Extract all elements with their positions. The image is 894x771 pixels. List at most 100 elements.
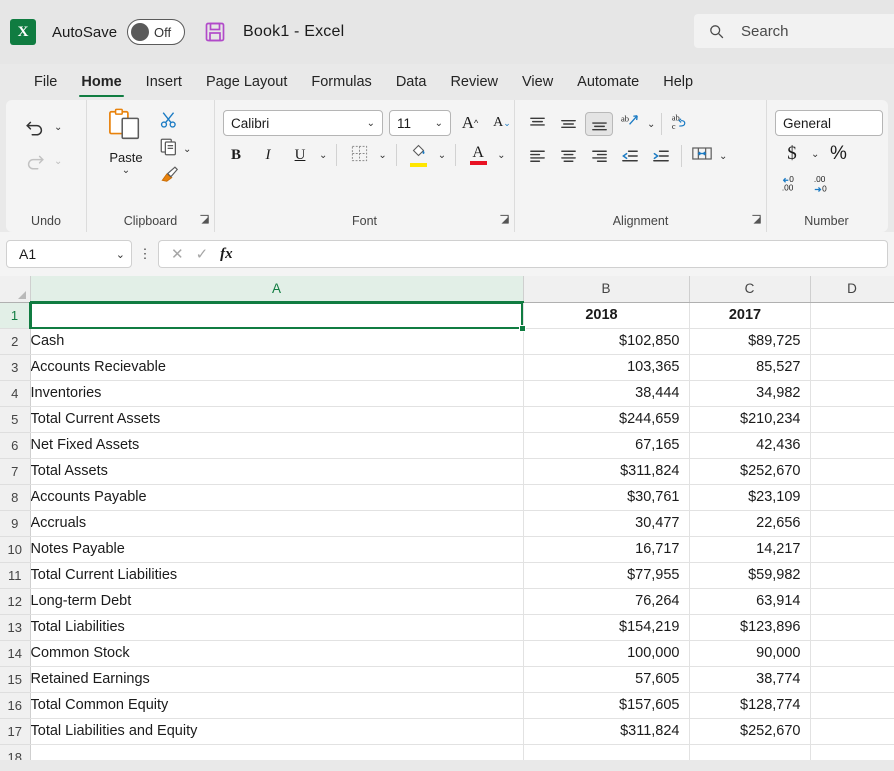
cell-b6[interactable]: 67,165: [523, 432, 690, 459]
cell-b17[interactable]: $311,824: [523, 718, 690, 745]
row-header[interactable]: 15: [0, 666, 31, 693]
row-header[interactable]: 1: [0, 302, 31, 329]
fill-handle[interactable]: [519, 325, 526, 332]
currency-format-button[interactable]: $: [779, 141, 805, 167]
row-header[interactable]: 4: [0, 380, 31, 407]
cell-b1[interactable]: 2018: [523, 302, 690, 329]
cell-d16[interactable]: [810, 692, 894, 719]
row-header[interactable]: 13: [0, 614, 31, 641]
cell-c12[interactable]: 63,914: [689, 588, 811, 615]
cell-a18[interactable]: [30, 744, 524, 760]
row-header[interactable]: 14: [0, 640, 31, 667]
row-header[interactable]: 16: [0, 692, 31, 719]
tab-view[interactable]: View: [510, 64, 565, 100]
cell-b14[interactable]: 100,000: [523, 640, 690, 667]
merge-and-center-button[interactable]: [688, 144, 716, 168]
row-header[interactable]: 12: [0, 588, 31, 615]
cell-a6[interactable]: Net Fixed Assets: [30, 432, 524, 459]
paste-button[interactable]: Paste ⌄: [95, 106, 157, 176]
cell-a14[interactable]: Common Stock: [30, 640, 524, 667]
increase-indent-button[interactable]: [647, 144, 675, 168]
cut-button[interactable]: [159, 110, 179, 135]
cell-a17[interactable]: Total Liabilities and Equity: [30, 718, 524, 745]
align-center-button[interactable]: [554, 144, 582, 168]
row-header[interactable]: 6: [0, 432, 31, 459]
tab-file[interactable]: File: [22, 64, 69, 100]
increase-decimal-button[interactable]: .00 0: [811, 172, 837, 198]
cell-c4[interactable]: 34,982: [689, 380, 811, 407]
cell-a15[interactable]: Retained Earnings: [30, 666, 524, 693]
cell-d6[interactable]: [810, 432, 894, 459]
copy-chevron-down-icon[interactable]: ⌄: [183, 144, 191, 155]
row-header[interactable]: 3: [0, 354, 31, 381]
formula-input[interactable]: [244, 240, 888, 268]
cell-c6[interactable]: 42,436: [689, 432, 811, 459]
underline-button[interactable]: U: [287, 142, 313, 168]
cell-b2[interactable]: $102,850: [523, 328, 690, 355]
font-dialog-launcher[interactable]: [499, 214, 510, 228]
orientation-button[interactable]: ab: [616, 112, 644, 136]
decrease-decimal-button[interactable]: 0 .00: [779, 172, 805, 198]
fx-insert-function-icon[interactable]: fx: [220, 246, 233, 263]
align-bottom-button[interactable]: [585, 112, 613, 136]
search-input[interactable]: Search: [694, 14, 894, 48]
cell-b9[interactable]: 30,477: [523, 510, 690, 537]
cell-a4[interactable]: Inventories: [30, 380, 524, 407]
bold-button[interactable]: B: [223, 142, 249, 168]
cell-d2[interactable]: [810, 328, 894, 355]
font-name-chevron-down-icon[interactable]: ⌄: [364, 118, 378, 129]
tab-page-layout[interactable]: Page Layout: [194, 64, 299, 100]
cell-a11[interactable]: Total Current Liabilities: [30, 562, 524, 589]
cell-c8[interactable]: $23,109: [689, 484, 811, 511]
cell-a16[interactable]: Total Common Equity: [30, 692, 524, 719]
wrap-text-button[interactable]: ab c: [668, 112, 696, 136]
align-left-button[interactable]: [523, 144, 551, 168]
cell-c2[interactable]: $89,725: [689, 328, 811, 355]
cell-d7[interactable]: [810, 458, 894, 485]
row-header[interactable]: 2: [0, 328, 31, 355]
confirm-check-icon[interactable]: ✓: [196, 245, 209, 263]
undo-arrow-icon[interactable]: [24, 116, 46, 138]
font-name-combo[interactable]: Calibri ⌄: [223, 110, 383, 136]
vertical-dots-icon[interactable]: ⋮: [132, 246, 158, 262]
cell-a5[interactable]: Total Current Assets: [30, 406, 524, 433]
undo-chevron-down-icon[interactable]: ⌄: [54, 122, 62, 133]
currency-chevron-down-icon[interactable]: ⌄: [811, 149, 819, 160]
cell-c5[interactable]: $210,234: [689, 406, 811, 433]
cell-d3[interactable]: [810, 354, 894, 381]
column-header-b[interactable]: B: [523, 276, 690, 303]
cell-c9[interactable]: 22,656: [689, 510, 811, 537]
increase-font-size-button[interactable]: A ^: [457, 110, 483, 136]
redo-arrow-icon[interactable]: [24, 150, 46, 172]
cell-d10[interactable]: [810, 536, 894, 563]
percent-format-button[interactable]: %: [825, 141, 851, 167]
tab-data[interactable]: Data: [384, 64, 439, 100]
font-size-combo[interactable]: 11 ⌄: [389, 110, 451, 136]
cell-d11[interactable]: [810, 562, 894, 589]
cell-b8[interactable]: $30,761: [523, 484, 690, 511]
paste-chevron-down-icon[interactable]: ⌄: [122, 165, 130, 176]
row-header[interactable]: 10: [0, 536, 31, 563]
cell-d8[interactable]: [810, 484, 894, 511]
cell-a8[interactable]: Accounts Payable: [30, 484, 524, 511]
tab-review[interactable]: Review: [438, 64, 510, 100]
cancel-x-icon[interactable]: ✕: [171, 245, 184, 263]
format-painter-button[interactable]: [159, 164, 180, 189]
cell-b7[interactable]: $311,824: [523, 458, 690, 485]
column-header-a[interactable]: A: [30, 276, 524, 303]
fill-color-button[interactable]: [406, 142, 432, 168]
tab-home[interactable]: Home: [69, 64, 133, 100]
select-all-corner[interactable]: [0, 276, 31, 303]
fill-color-chevron-down-icon[interactable]: ⌄: [438, 150, 446, 161]
floppy-disk-icon[interactable]: [203, 20, 227, 44]
cell-c10[interactable]: 14,217: [689, 536, 811, 563]
cell-a13[interactable]: Total Liabilities: [30, 614, 524, 641]
row-header[interactable]: 8: [0, 484, 31, 511]
cell-a3[interactable]: Accounts Recievable: [30, 354, 524, 381]
tab-formulas[interactable]: Formulas: [299, 64, 383, 100]
spreadsheet-grid[interactable]: A B C D 1 2018 2017 2 Cash $102,850 $89,…: [0, 276, 894, 760]
cell-d17[interactable]: [810, 718, 894, 745]
cell-c15[interactable]: 38,774: [689, 666, 811, 693]
name-box-chevron-down-icon[interactable]: ⌄: [116, 248, 125, 261]
cell-b18[interactable]: [523, 744, 690, 760]
